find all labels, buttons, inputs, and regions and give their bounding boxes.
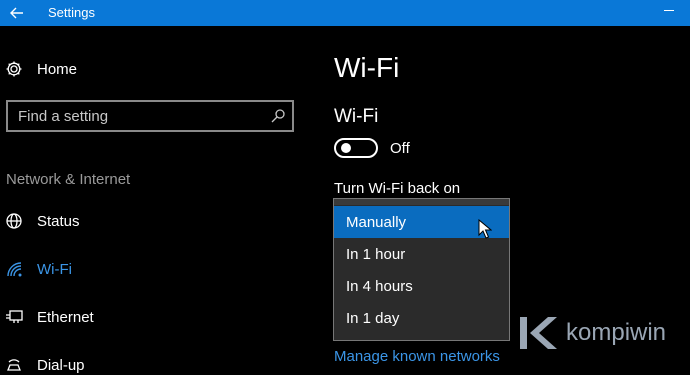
manage-known-networks-link[interactable]: Manage known networks xyxy=(334,348,500,365)
sidebar-item-ethernet[interactable]: Ethernet xyxy=(4,306,254,328)
kompiwin-logo-icon xyxy=(520,317,557,349)
wifi-heading: Wi-Fi xyxy=(334,106,379,127)
section-label: Network & Internet xyxy=(6,171,131,188)
page-title: Wi-Fi xyxy=(334,52,400,83)
sidebar-item-label: Ethernet xyxy=(37,308,94,326)
globe-icon xyxy=(4,211,24,231)
toggle-knob xyxy=(341,143,351,153)
search-icon[interactable] xyxy=(270,108,286,124)
sidebar-item-status[interactable]: Status xyxy=(4,210,254,232)
watermark-text: kompiwin xyxy=(566,319,667,346)
sidebar-item-label: Dial-up xyxy=(37,356,85,374)
dropdown-top-bar xyxy=(334,199,509,205)
ethernet-icon xyxy=(4,307,24,327)
sidebar-item-label: Wi-Fi xyxy=(37,260,72,278)
search-input[interactable]: Find a setting xyxy=(6,100,294,132)
sidebar-home[interactable]: Home xyxy=(4,58,204,80)
search-placeholder: Find a setting xyxy=(18,108,109,125)
back-button[interactable] xyxy=(0,0,34,26)
dropdown-option-1-day[interactable]: In 1 day xyxy=(334,302,509,334)
minimize-button[interactable] xyxy=(664,10,674,11)
dropdown-option-4-hours[interactable]: In 4 hours xyxy=(334,270,509,302)
gear-icon xyxy=(4,59,24,79)
wifi-toggle[interactable] xyxy=(334,138,378,158)
toggle-state-label: Off xyxy=(390,140,410,157)
wifi-icon xyxy=(4,259,24,279)
sidebar-item-label: Status xyxy=(37,212,80,230)
mouse-cursor-icon xyxy=(478,219,492,239)
window-title: Settings xyxy=(48,5,95,20)
turn-wifi-back-label: Turn Wi-Fi back on xyxy=(334,180,461,197)
back-arrow-icon xyxy=(10,7,23,19)
title-bar: Settings xyxy=(0,0,690,26)
sidebar-home-label: Home xyxy=(37,60,78,78)
watermark: kompiwin xyxy=(518,313,688,353)
sidebar-item-dialup[interactable]: Dial-up xyxy=(4,354,254,375)
sidebar-item-wifi[interactable]: Wi-Fi xyxy=(4,258,254,280)
dialup-icon xyxy=(4,355,24,375)
dropdown-option-1-hour[interactable]: In 1 hour xyxy=(334,238,509,270)
